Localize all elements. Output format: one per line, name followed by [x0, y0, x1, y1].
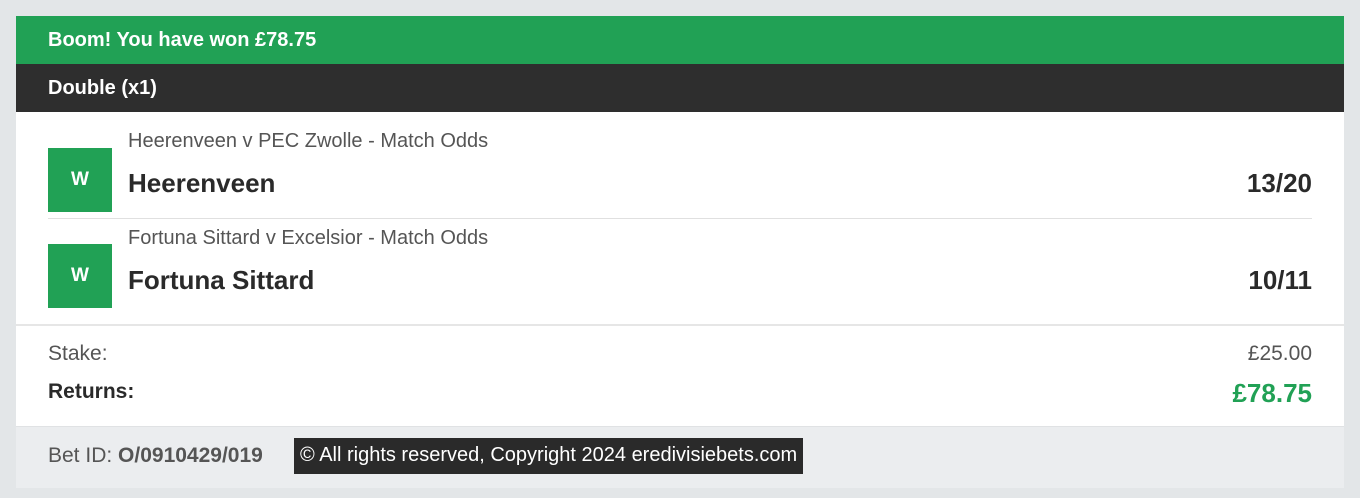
selection-name: Fortuna Sittard: [128, 265, 315, 295]
selection-item: W Heerenveen v PEC Zwolle - Match Odds H…: [48, 112, 1312, 219]
bet-type-header: Double (x1): [16, 64, 1344, 112]
summary-divider: [16, 324, 1344, 326]
win-result-badge: W: [48, 244, 112, 308]
bet-id: Bet ID: O/0910429/019: [48, 444, 263, 468]
win-banner: Boom! You have won £78.75: [16, 16, 1344, 64]
bet-id-label: Bet ID:: [48, 444, 113, 467]
win-result-badge: W: [48, 148, 112, 212]
selection-name: Heerenveen: [128, 168, 276, 198]
copyright-watermark: © All rights reserved, Copyright 2024 er…: [294, 438, 804, 474]
returns-row: Returns: £78.75: [48, 378, 1312, 408]
receipt-footer: Bet ID: O/0910429/019 © All rights reser…: [16, 426, 1344, 488]
selection-odds: 13/20: [1246, 168, 1312, 198]
market-name: Fortuna Sittard v Excelsior - Match Odds: [128, 227, 489, 249]
returns-label: Returns:: [48, 380, 135, 403]
market-name: Heerenveen v PEC Zwolle - Match Odds: [128, 130, 489, 152]
bet-receipt-card: Boom! You have won £78.75 Double (x1) W …: [16, 16, 1344, 488]
stake-row: Stake: £25.00: [48, 342, 1312, 366]
returns-value: £78.75: [1232, 378, 1312, 408]
stake-label: Stake:: [48, 342, 108, 365]
bet-id-value: O/0910429/019: [118, 444, 263, 467]
selection-item: W Fortuna Sittard v Excelsior - Match Od…: [48, 219, 1312, 325]
selection-odds: 10/11: [1248, 265, 1312, 295]
stake-value: £25.00: [1247, 342, 1312, 365]
